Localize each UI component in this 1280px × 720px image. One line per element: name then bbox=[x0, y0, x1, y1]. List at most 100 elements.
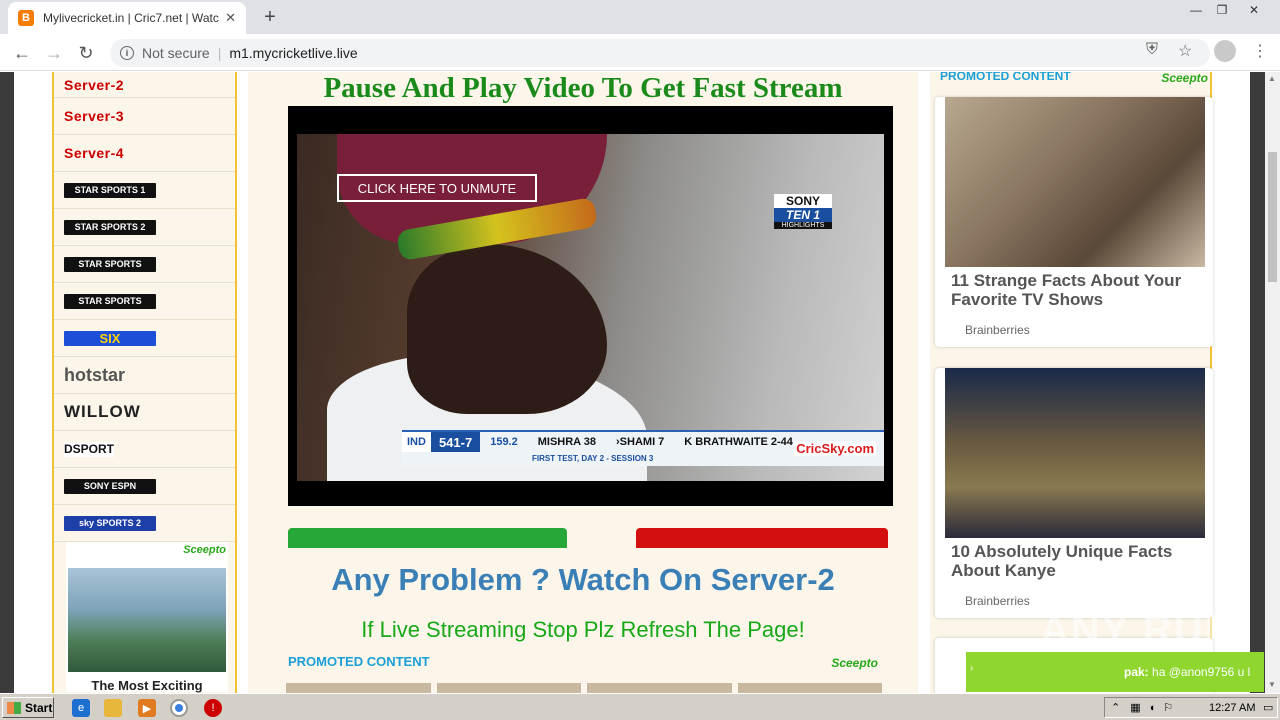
sidebar-item-server-2[interactable]: Server-2 bbox=[54, 72, 235, 98]
sidebar-item-sony-espn[interactable]: SONY ESPN bbox=[54, 468, 235, 505]
hotstar-logo: hotstar bbox=[64, 364, 126, 385]
sidebar-item-server-3[interactable]: Server-3 bbox=[54, 98, 235, 135]
info-icon[interactable]: i bbox=[120, 46, 134, 60]
back-icon[interactable]: ← bbox=[10, 41, 34, 65]
page-headline: Pause And Play Video To Get Fast Stream bbox=[323, 72, 843, 104]
show-desktop-icon[interactable]: ▭ bbox=[1263, 701, 1273, 714]
sidebar-item-six[interactable]: SIX bbox=[54, 320, 235, 357]
promoted-thumbnails bbox=[286, 683, 882, 693]
batter-1: MISHRA 38 bbox=[537, 436, 597, 448]
sidebar-item-willow[interactable]: WILLOW bbox=[54, 394, 235, 431]
restore-button[interactable]: ❐ bbox=[1208, 0, 1236, 20]
address-bar[interactable]: i Not secure | m1.mycricketlive.live bbox=[110, 39, 1210, 67]
card-image[interactable] bbox=[945, 97, 1205, 267]
vertical-scrollbar[interactable]: ▲ ▼ bbox=[1265, 72, 1280, 693]
notification-user: pak: bbox=[1124, 665, 1149, 679]
flag-icon[interactable]: ⚐ bbox=[1163, 701, 1173, 714]
ad-title[interactable]: The Most Exciting bbox=[66, 678, 228, 693]
media-player-icon[interactable]: ▶ bbox=[138, 699, 156, 717]
server-label: Server-4 bbox=[64, 145, 125, 161]
promoted-thumbnail[interactable] bbox=[587, 683, 732, 693]
separator: | bbox=[217, 45, 222, 61]
volume-icon[interactable]: ◖ bbox=[1149, 702, 1156, 714]
tray-up-icon[interactable]: ⌃ bbox=[1111, 701, 1120, 714]
star-sports-1-logo: STAR SPORTS 1 bbox=[64, 182, 156, 198]
chevron-right-icon[interactable]: › bbox=[970, 663, 973, 674]
sceepto-logo: Sceepto bbox=[183, 544, 226, 556]
promoted-thumbnail[interactable] bbox=[436, 683, 581, 693]
card-image[interactable] bbox=[945, 368, 1205, 538]
ad-image[interactable] bbox=[68, 568, 226, 672]
main-content: Pause And Play Video To Get Fast Stream … bbox=[248, 72, 918, 693]
video-player[interactable]: CLICK HERE TO UNMUTE SONY TEN 1 HIGHLIGH… bbox=[288, 106, 893, 506]
video-frame[interactable]: CLICK HERE TO UNMUTE SONY TEN 1 HIGHLIGH… bbox=[297, 134, 884, 481]
close-window-button[interactable]: ✕ bbox=[1240, 0, 1268, 20]
channel-name: TEN 1 bbox=[774, 208, 832, 222]
bookmark-star-icon[interactable]: ☆ bbox=[1178, 41, 1192, 61]
clock: 12:27 AM bbox=[1209, 701, 1256, 714]
card-title[interactable]: 11 Strange Facts About Your Favorite TV … bbox=[951, 271, 1201, 309]
sidebar-item-star-sports-2[interactable]: STAR SPORTS 2 bbox=[54, 209, 235, 246]
sidebar-item-server-4[interactable]: Server-4 bbox=[54, 135, 235, 172]
system-tray: ⌃ ▦ ◖ ⚐ 12:27 AM ▭ bbox=[1104, 697, 1278, 718]
chrome-icon[interactable] bbox=[170, 699, 188, 717]
sidebar-item-dsport[interactable]: DSPORT bbox=[54, 431, 235, 468]
server-label: Server-3 bbox=[64, 108, 125, 124]
notification-text: ha @anon9756 u l bbox=[1152, 665, 1251, 679]
promoted-content-label: PROMOTED CONTENT bbox=[940, 72, 1071, 83]
profile-avatar[interactable] bbox=[1214, 40, 1236, 62]
shield-icon[interactable]: ⛨ bbox=[1146, 41, 1158, 59]
tab-title: Mylivecricket.in | Cric7.net | Watch Li bbox=[43, 11, 220, 25]
scroll-up-icon[interactable]: ▲ bbox=[1268, 74, 1276, 83]
sidebar-item-star-sports-4[interactable]: STAR SPORTS bbox=[54, 283, 235, 320]
sidebar-item-hotstar[interactable]: hotstar bbox=[54, 357, 235, 394]
red-server-button[interactable] bbox=[636, 528, 888, 548]
scroll-down-icon[interactable]: ▼ bbox=[1268, 680, 1276, 689]
promoted-content-label: PROMOTED CONTENT bbox=[288, 654, 430, 669]
chat-notification[interactable]: › pak: ha @anon9756 u l bbox=[966, 652, 1264, 692]
windows-taskbar: Start e ▶ ! ⌃ ▦ ◖ ⚐ 12:27 AM ▭ bbox=[0, 693, 1280, 720]
refresh-notice: If Live Streaming Stop Plz Refresh The P… bbox=[361, 617, 805, 642]
new-tab-button[interactable]: + bbox=[258, 6, 282, 29]
promoted-card[interactable]: 11 Strange Facts About Your Favorite TV … bbox=[935, 97, 1213, 347]
batter-2: ›SHAMI 7 bbox=[616, 436, 665, 448]
start-button[interactable]: Start bbox=[2, 697, 54, 718]
server-label: Server-2 bbox=[64, 76, 125, 93]
channel-sidebar: Server-2 Server-3 Server-4 STAR SPORTS 1… bbox=[52, 72, 237, 693]
overs: 159.2 bbox=[490, 436, 518, 448]
scrollbar-thumb[interactable] bbox=[1268, 152, 1277, 282]
sidebar-item-star-sports-3[interactable]: STAR SPORTS bbox=[54, 246, 235, 283]
channel-brand: SONY bbox=[785, 194, 820, 208]
card-source: Brainberries bbox=[965, 323, 1030, 337]
browser-toolbar: ← → ↻ i Not secure | m1.mycricketlive.li… bbox=[0, 34, 1280, 71]
browser-titlebar: B Mylivecricket.in | Cric7.net | Watch L… bbox=[0, 0, 1280, 34]
sceepto-logo: Sceepto bbox=[831, 656, 878, 670]
forward-icon[interactable]: → bbox=[42, 41, 66, 65]
team-score: 541-7 bbox=[430, 432, 481, 452]
ie-icon[interactable]: e bbox=[72, 699, 90, 717]
menu-icon[interactable]: ⋮ bbox=[1252, 41, 1268, 61]
folder-icon[interactable] bbox=[104, 699, 122, 717]
dsport-logo: DSPORT bbox=[64, 441, 115, 457]
windows-logo-icon bbox=[7, 701, 21, 714]
network-icon[interactable]: ▦ bbox=[1130, 701, 1140, 714]
card-title[interactable]: 10 Absolutely Unique Facts About Kanye bbox=[951, 542, 1201, 580]
sidebar-item-star-sports-1[interactable]: STAR SPORTS 1 bbox=[54, 172, 235, 209]
channel-bug: SONY TEN 1 HIGHLIGHTS bbox=[774, 194, 832, 229]
promoted-card[interactable]: 10 Absolutely Unique Facts About Kanye B… bbox=[935, 368, 1213, 618]
promoted-thumbnail[interactable] bbox=[286, 683, 431, 693]
minimize-button[interactable]: — bbox=[1182, 0, 1210, 20]
browser-tab[interactable]: B Mylivecricket.in | Cric7.net | Watch L… bbox=[8, 2, 246, 34]
sceepto-logo: Sceepto bbox=[1161, 72, 1208, 85]
green-server-button[interactable] bbox=[288, 528, 567, 548]
six-logo: SIX bbox=[64, 330, 156, 346]
promoted-thumbnail[interactable] bbox=[737, 683, 882, 693]
unmute-button[interactable]: CLICK HERE TO UNMUTE bbox=[337, 174, 537, 202]
opera-icon[interactable]: ! bbox=[204, 699, 222, 717]
sidebar-ad[interactable]: Sceepto The Most Exciting bbox=[66, 542, 228, 693]
blogger-icon: B bbox=[18, 10, 34, 26]
reload-icon[interactable]: ↻ bbox=[74, 41, 98, 65]
close-tab-icon[interactable]: ✕ bbox=[225, 10, 236, 26]
cricsky-watermark: CricSky.com bbox=[794, 441, 876, 456]
sidebar-item-sky-sports-2[interactable]: sky SPORTS 2 bbox=[54, 505, 235, 542]
